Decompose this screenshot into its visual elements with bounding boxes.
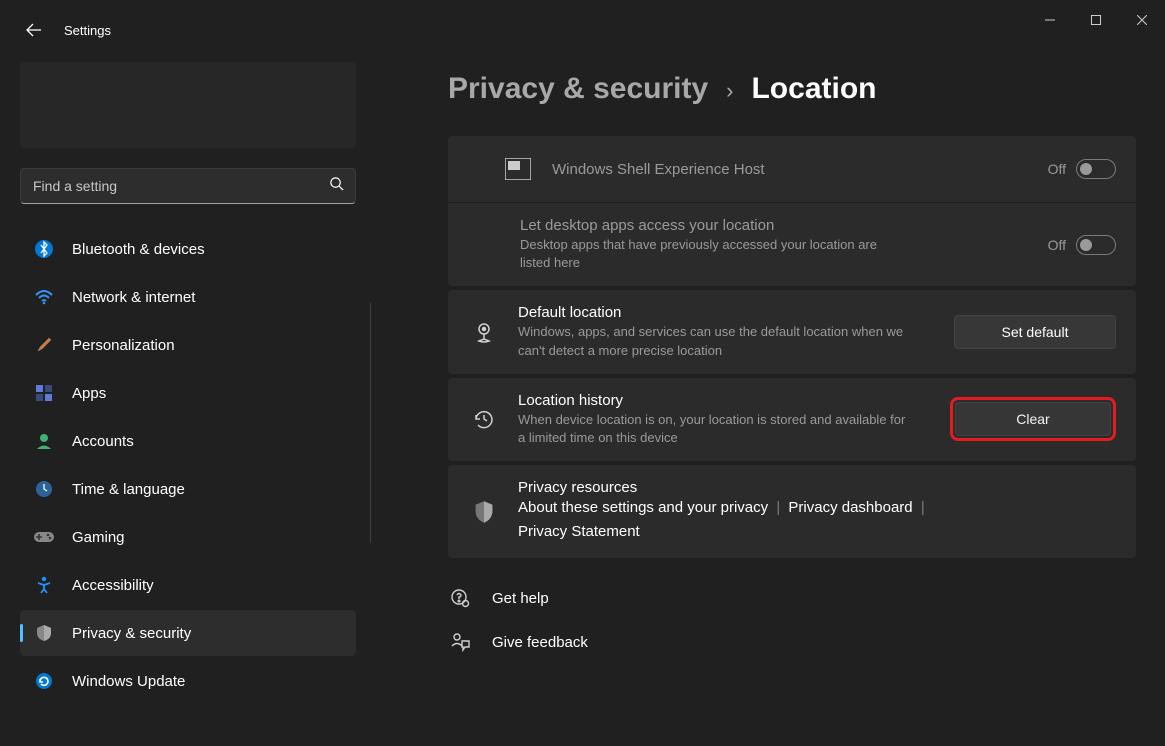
breadcrumb-parent[interactable]: Privacy & security — [448, 72, 708, 106]
gamepad-icon — [34, 527, 54, 547]
person-icon — [34, 431, 54, 451]
sidebar-item-label: Gaming — [72, 529, 125, 546]
row-title: Windows Shell Experience Host — [552, 161, 1030, 178]
row-desktop-apps-location[interactable]: Let desktop apps access your location De… — [448, 202, 1136, 286]
breadcrumb-current: Location — [751, 72, 876, 106]
top-header: Settings — [24, 20, 111, 40]
app-title: Settings — [64, 23, 111, 38]
row-title: Let desktop apps access your location — [520, 217, 1030, 234]
history-icon — [468, 403, 500, 435]
back-button[interactable] — [24, 20, 44, 40]
close-button[interactable] — [1119, 4, 1165, 36]
toggle-shell-host[interactable] — [1076, 159, 1116, 179]
sidebar-item-privacy-security[interactable]: Privacy & security — [20, 610, 356, 656]
vertical-divider — [370, 303, 371, 543]
sidebar-item-label: Apps — [72, 385, 106, 402]
toggle-desktop-apps[interactable] — [1076, 235, 1116, 255]
feedback-icon — [448, 630, 472, 654]
sidebar-item-label: Personalization — [72, 337, 175, 354]
bluetooth-icon — [34, 239, 54, 259]
link-privacy-dashboard[interactable]: Privacy dashboard — [788, 499, 912, 516]
row-subtitle: Windows, apps, and services can use the … — [518, 323, 908, 359]
accessibility-icon — [34, 575, 54, 595]
app-window-icon — [502, 153, 534, 185]
footer-link-label: Give feedback — [492, 634, 588, 651]
sidebar-item-bluetooth[interactable]: Bluetooth & devices — [20, 226, 356, 272]
search-input[interactable] — [20, 168, 356, 204]
minimize-button[interactable] — [1027, 4, 1073, 36]
shield-icon — [34, 623, 54, 643]
toggle-state: Off — [1048, 161, 1066, 177]
breadcrumb: Privacy & security › Location — [448, 72, 1136, 106]
update-icon — [34, 671, 54, 691]
footer-link-label: Get help — [492, 590, 549, 607]
sidebar-item-personalization[interactable]: Personalization — [20, 322, 356, 368]
sidebar-item-label: Windows Update — [72, 673, 185, 690]
wifi-icon — [34, 287, 54, 307]
sidebar-item-label: Accessibility — [72, 577, 154, 594]
sidebar-item-accounts[interactable]: Accounts — [20, 418, 356, 464]
row-title: Location history — [518, 392, 932, 409]
row-subtitle: Desktop apps that have previously access… — [520, 236, 910, 272]
sidebar-item-network[interactable]: Network & internet — [20, 274, 356, 320]
search-icon — [329, 176, 344, 196]
location-pin-icon — [468, 316, 500, 348]
toggle-state: Off — [1048, 237, 1066, 253]
clear-button[interactable]: Clear — [955, 402, 1111, 436]
link-privacy-statement[interactable]: Privacy Statement — [518, 523, 640, 540]
user-card[interactable] — [20, 62, 356, 148]
set-default-button[interactable]: Set default — [954, 315, 1116, 349]
highlight-annotation: Clear — [950, 397, 1116, 441]
row-default-location: Default location Windows, apps, and serv… — [448, 290, 1136, 373]
sidebar-item-time-language[interactable]: Time & language — [20, 466, 356, 512]
sidebar-item-apps[interactable]: Apps — [20, 370, 356, 416]
sidebar-item-gaming[interactable]: Gaming — [20, 514, 356, 560]
apps-icon — [34, 383, 54, 403]
row-subtitle: When device location is on, your locatio… — [518, 411, 908, 447]
sidebar-item-windows-update[interactable]: Windows Update — [20, 658, 356, 704]
sidebar-item-label: Network & internet — [72, 289, 195, 306]
sidebar-item-label: Time & language — [72, 481, 185, 498]
sidebar-item-label: Bluetooth & devices — [72, 241, 205, 258]
row-title: Default location — [518, 304, 936, 321]
chevron-right-icon: › — [726, 78, 733, 104]
window-controls — [1027, 0, 1165, 40]
row-shell-experience-host[interactable]: Windows Shell Experience Host Off — [448, 136, 1136, 202]
brush-icon — [34, 335, 54, 355]
maximize-button[interactable] — [1073, 4, 1119, 36]
sidebar-item-label: Accounts — [72, 433, 134, 450]
link-about-settings[interactable]: About these settings and your privacy — [518, 499, 768, 516]
row-title: Privacy resources — [518, 479, 1116, 496]
clock-globe-icon — [34, 479, 54, 499]
give-feedback-link[interactable]: Give feedback — [448, 630, 1136, 654]
sidebar-item-label: Privacy & security — [72, 625, 191, 642]
help-icon — [448, 586, 472, 610]
sidebar-item-accessibility[interactable]: Accessibility — [20, 562, 356, 608]
row-location-history: Location history When device location is… — [448, 378, 1136, 461]
shield-icon — [468, 496, 500, 528]
search-field[interactable] — [20, 168, 356, 204]
get-help-link[interactable]: Get help — [448, 586, 1136, 610]
row-privacy-resources: Privacy resources About these settings a… — [448, 465, 1136, 558]
